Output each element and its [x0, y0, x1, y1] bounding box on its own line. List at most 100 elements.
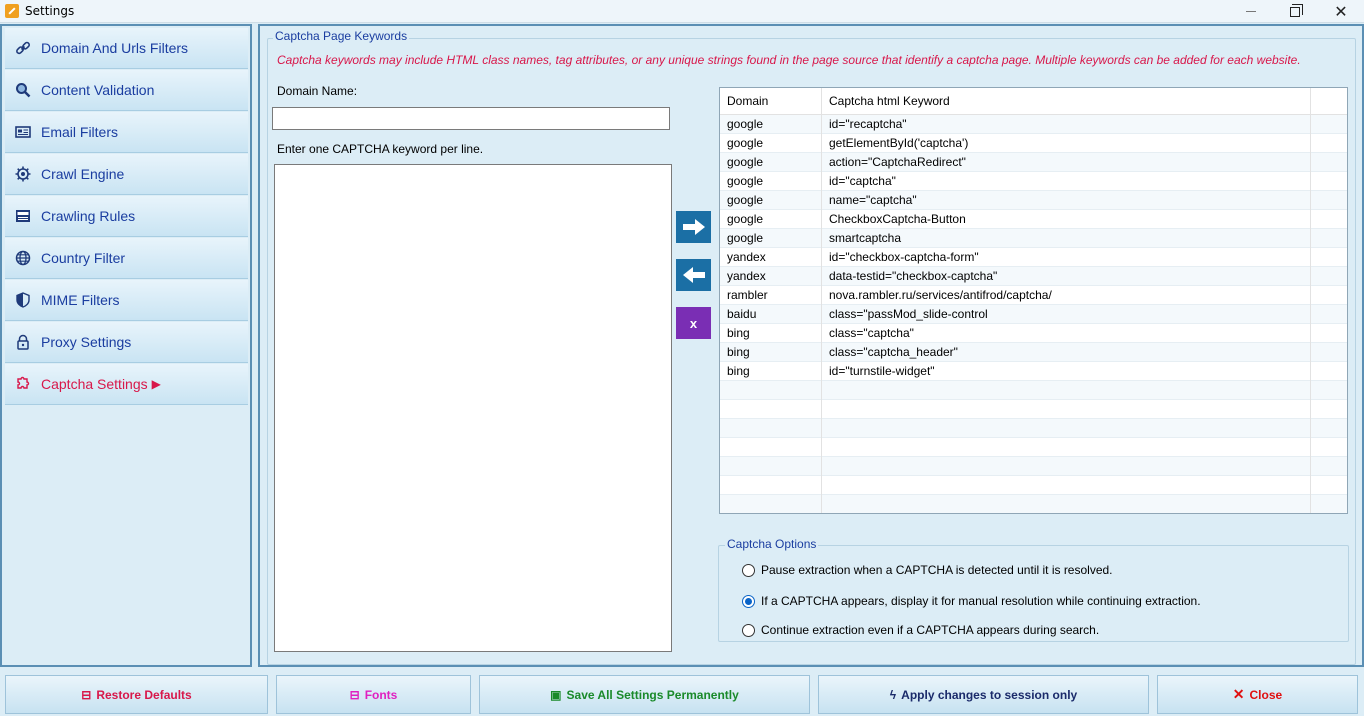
keyword-cell[interactable]: class="passMod_slide-control	[822, 305, 1311, 324]
domain-cell[interactable]: bing	[720, 324, 822, 343]
keyword-cell[interactable]: id="captcha"	[822, 172, 1311, 191]
domain-cell[interactable]	[720, 495, 822, 513]
domain-cell[interactable]: google	[720, 191, 822, 210]
keyword-cell[interactable]	[822, 457, 1311, 476]
table-row[interactable]: yandex data-testid="checkbox-captcha"	[720, 267, 1347, 286]
apply-session-button[interactable]: ϟ Apply changes to session only	[818, 675, 1149, 714]
lightning-icon: ϟ	[889, 687, 897, 702]
option-pause-extraction[interactable]: Pause extraction when a CAPTCHA is detec…	[742, 563, 1113, 577]
table-row[interactable]	[720, 495, 1347, 513]
remove-keyword-button[interactable]: x	[676, 307, 711, 339]
restore-defaults-button[interactable]: ⊟ Restore Defaults	[5, 675, 268, 714]
table-row[interactable]: google smartcaptcha	[720, 229, 1347, 248]
option-manual-resolution[interactable]: If a CAPTCHA appears, display it for man…	[742, 594, 1201, 608]
keyword-cell[interactable]: smartcaptcha	[822, 229, 1311, 248]
sidebar-item-crawling-rules[interactable]: Crawling Rules	[5, 196, 248, 237]
keyword-cell[interactable]: id="checkbox-captcha-form"	[822, 248, 1311, 267]
table-row[interactable]: bing class="captcha_header"	[720, 343, 1347, 362]
keywords-grid[interactable]: Domain Captcha html Keyword google id="re…	[719, 87, 1348, 514]
table-row[interactable]: yandex id="checkbox-captcha-form"	[720, 248, 1347, 267]
domain-cell[interactable]	[720, 400, 822, 419]
keyword-cell[interactable]	[822, 419, 1311, 438]
keyword-cell[interactable]: class="captcha_header"	[822, 343, 1311, 362]
domain-cell[interactable]: yandex	[720, 267, 822, 286]
keyword-cell[interactable]	[822, 476, 1311, 495]
keyword-cell[interactable]	[822, 400, 1311, 419]
keyword-cell[interactable]: class="captcha"	[822, 324, 1311, 343]
table-row[interactable]	[720, 476, 1347, 495]
sidebar-item-crawl-engine[interactable]: Crawl Engine	[5, 154, 248, 195]
column-header-domain[interactable]: Domain	[720, 88, 822, 115]
sidebar-item-proxy-settings[interactable]: Proxy Settings	[5, 322, 248, 363]
minimize-button[interactable]	[1228, 0, 1274, 23]
keyword-cell[interactable]: CheckboxCaptcha-Button	[822, 210, 1311, 229]
table-row[interactable]: google CheckboxCaptcha-Button	[720, 210, 1347, 229]
table-row[interactable]	[720, 438, 1347, 457]
domain-cell[interactable]: rambler	[720, 286, 822, 305]
table-row[interactable]: baidu class="passMod_slide-control	[720, 305, 1347, 324]
sidebar-item-content-validation[interactable]: Content Validation	[5, 70, 248, 111]
radio-button-selected[interactable]	[742, 594, 755, 608]
table-row[interactable]	[720, 419, 1347, 438]
table-row[interactable]: google action="CaptchaRedirect"	[720, 153, 1347, 172]
save-all-settings-button[interactable]: ▣ Save All Settings Permanently	[479, 675, 810, 714]
radio-button[interactable]	[742, 563, 755, 577]
domain-cell[interactable]: bing	[720, 362, 822, 381]
sidebar-item-domain-urls-filters[interactable]: Domain And Urls Filters	[5, 28, 248, 69]
domain-cell[interactable]	[720, 476, 822, 495]
table-row[interactable]	[720, 381, 1347, 400]
keyword-cell[interactable]: id="turnstile-widget"	[822, 362, 1311, 381]
table-row[interactable]: google id="captcha"	[720, 172, 1347, 191]
option-continue-extraction[interactable]: Continue extraction even if a CAPTCHA ap…	[742, 623, 1099, 637]
table-row[interactable]: bing class="captcha"	[720, 324, 1347, 343]
domain-cell[interactable]: yandex	[720, 248, 822, 267]
keyword-cell[interactable]: data-testid="checkbox-captcha"	[822, 267, 1311, 286]
domain-cell[interactable]	[720, 438, 822, 457]
table-row[interactable]: rambler nova.rambler.ru/services/antifrod…	[720, 286, 1347, 305]
domain-cell[interactable]	[720, 381, 822, 400]
restore-window-button[interactable]	[1272, 0, 1318, 23]
sidebar-item-country-filter[interactable]: Country Filter	[5, 238, 248, 279]
keyword-cell[interactable]: id="recaptcha"	[822, 115, 1311, 134]
sidebar-item-email-filters[interactable]: Email Filters	[5, 112, 248, 153]
domain-cell[interactable]	[720, 419, 822, 438]
domain-cell[interactable]: bing	[720, 343, 822, 362]
keyword-cell[interactable]: name="captcha"	[822, 191, 1311, 210]
sidebar: Domain And Urls Filters Content Validati…	[0, 24, 252, 667]
keyword-cell[interactable]: action="CaptchaRedirect"	[822, 153, 1311, 172]
domain-cell[interactable]: google	[720, 210, 822, 229]
domain-cell[interactable]: google	[720, 172, 822, 191]
column-header-keyword[interactable]: Captcha html Keyword	[822, 88, 1311, 115]
extra-cell	[1311, 286, 1347, 305]
domain-cell[interactable]	[720, 457, 822, 476]
keyword-cell[interactable]	[822, 381, 1311, 400]
keywords-textarea[interactable]	[274, 164, 672, 652]
fonts-button[interactable]: ⊟ Fonts	[276, 675, 471, 714]
close-button[interactable]: ✕ Close	[1157, 675, 1358, 714]
table-row[interactable]: google getElementById('captcha')	[720, 134, 1347, 153]
load-keywords-button[interactable]	[676, 259, 711, 291]
save-icon: ▣	[550, 687, 562, 702]
sidebar-item-mime-filters[interactable]: MIME Filters	[5, 280, 248, 321]
window-close-button[interactable]: ✕	[1318, 0, 1364, 23]
extra-cell	[1311, 210, 1347, 229]
table-row[interactable]: google name="captcha"	[720, 191, 1347, 210]
domain-cell[interactable]: baidu	[720, 305, 822, 324]
domain-cell[interactable]: google	[720, 153, 822, 172]
domain-cell[interactable]: google	[720, 229, 822, 248]
table-row[interactable]: google id="recaptcha"	[720, 115, 1347, 134]
table-row[interactable]	[720, 400, 1347, 419]
sidebar-item-captcha-settings[interactable]: Captcha Settings ▶	[5, 364, 248, 405]
keyword-cell[interactable]	[822, 495, 1311, 513]
extra-cell	[1311, 305, 1347, 324]
domain-name-input[interactable]	[272, 107, 670, 130]
domain-cell[interactable]: google	[720, 134, 822, 153]
radio-button[interactable]	[742, 623, 755, 637]
table-row[interactable]: bing id="turnstile-widget"	[720, 362, 1347, 381]
keyword-cell[interactable]	[822, 438, 1311, 457]
table-row[interactable]	[720, 457, 1347, 476]
keyword-cell[interactable]: nova.rambler.ru/services/antifrod/captch…	[822, 286, 1311, 305]
add-keywords-button[interactable]	[676, 211, 711, 243]
domain-cell[interactable]: google	[720, 115, 822, 134]
keyword-cell[interactable]: getElementById('captcha')	[822, 134, 1311, 153]
